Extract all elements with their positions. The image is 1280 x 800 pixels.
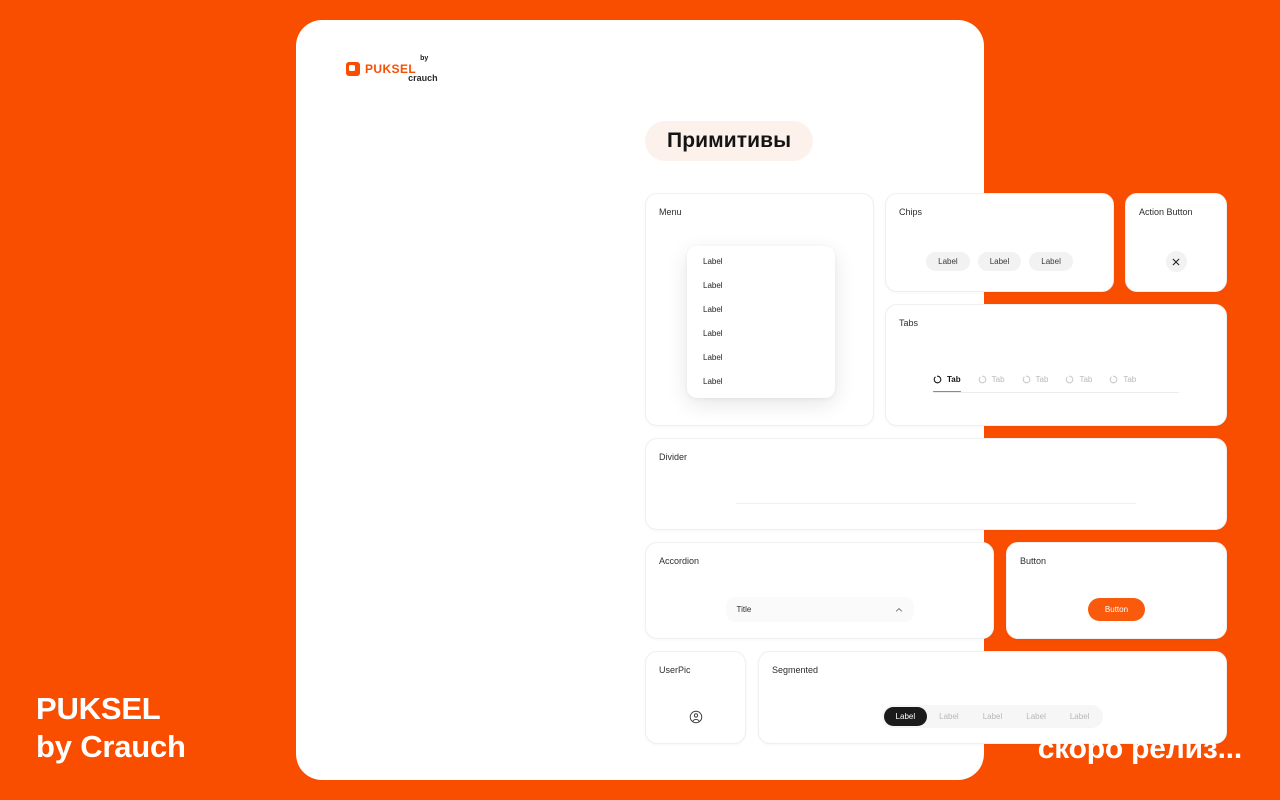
tab-label: Tab bbox=[1035, 375, 1049, 384]
logo-byline: by crauch bbox=[408, 55, 438, 83]
card-chips-title: Chips bbox=[899, 207, 923, 217]
accordion-row-title: Title bbox=[736, 605, 752, 614]
card-segmented-title: Segmented bbox=[772, 665, 819, 675]
circle-arc-icon bbox=[978, 375, 986, 384]
logo-by-text: by bbox=[420, 55, 429, 62]
card-action-button: Action Button bbox=[1125, 193, 1227, 292]
logo-crauch-text: crauch bbox=[408, 73, 438, 83]
segment-item[interactable]: Label bbox=[927, 707, 971, 726]
close-icon bbox=[1172, 258, 1180, 265]
card-divider-title: Divider bbox=[659, 452, 688, 462]
divider-body bbox=[646, 477, 1226, 529]
circle-arc-icon bbox=[1110, 375, 1118, 384]
tab-item-1[interactable]: Tab bbox=[933, 375, 961, 392]
tab-label: Tab bbox=[991, 375, 1005, 384]
card-segmented: Segmented Label Label Label Label Label bbox=[758, 651, 1227, 744]
accordion-row[interactable]: Title bbox=[725, 597, 914, 622]
card-button-title: Button bbox=[1020, 556, 1047, 566]
circle-arc-icon bbox=[1022, 375, 1030, 384]
button-body: Button bbox=[1007, 581, 1226, 638]
menu-item[interactable]: Label bbox=[687, 351, 835, 365]
card-tabs: Tabs Tab Tab Tab Tab Tab bbox=[885, 304, 1227, 426]
tabs-baseline bbox=[933, 392, 1179, 393]
card-accordion: Accordion Title bbox=[645, 542, 994, 639]
tab-item-3[interactable]: Tab bbox=[1022, 375, 1049, 392]
tab-label: Tab bbox=[1123, 375, 1137, 384]
circle-arc-icon bbox=[1066, 375, 1074, 384]
user-circle-icon[interactable] bbox=[689, 710, 703, 724]
circle-arc-icon bbox=[933, 375, 942, 384]
tabs-body: Tab Tab Tab Tab Tab bbox=[886, 343, 1226, 425]
card-userpic-title: UserPic bbox=[659, 665, 691, 675]
segment-item[interactable]: Label bbox=[883, 707, 928, 726]
menu-item[interactable]: Label bbox=[687, 255, 835, 269]
chip[interactable]: Label bbox=[1029, 252, 1073, 271]
tabs-container: Tab Tab Tab Tab Tab bbox=[933, 375, 1179, 393]
card-menu-title: Menu bbox=[659, 207, 682, 217]
tab-item-4[interactable]: Tab bbox=[1065, 375, 1092, 392]
tab-item-2[interactable]: Tab bbox=[978, 375, 1005, 392]
segment-item[interactable]: Label bbox=[1014, 707, 1058, 726]
chips-body: Label Label Label bbox=[886, 232, 1113, 291]
accordion-body: Title bbox=[646, 581, 993, 638]
brand-bottom-left: PUKSEL by Crauch bbox=[36, 690, 186, 768]
segment-item[interactable]: Label bbox=[1058, 707, 1102, 726]
tab-label: Tab bbox=[947, 375, 961, 384]
chip-group: Label Label Label bbox=[926, 252, 1073, 271]
menu-dropdown[interactable]: Label Label Label Label Label Label bbox=[687, 246, 835, 398]
card-divider: Divider bbox=[645, 438, 1227, 530]
userpic-body bbox=[646, 690, 745, 743]
logo[interactable]: PUKSEL by crauch bbox=[346, 55, 438, 83]
card-chips: Chips Label Label Label bbox=[885, 193, 1114, 292]
page-title: Примитивы bbox=[645, 121, 814, 161]
card-menu: Menu Label Label Label Label Label Label bbox=[645, 193, 874, 426]
brand-line-1: PUKSEL bbox=[36, 690, 161, 726]
card-tabs-title: Tabs bbox=[899, 318, 919, 328]
chip[interactable]: Label bbox=[926, 252, 970, 271]
menu-item[interactable]: Label bbox=[687, 279, 835, 293]
chevron-up-icon[interactable] bbox=[895, 606, 903, 614]
brand-line-2: by Crauch bbox=[36, 729, 186, 765]
brand-bottom-right: скоро релиз... bbox=[1037, 732, 1242, 765]
tab-label: Tab bbox=[1079, 375, 1093, 384]
chip[interactable]: Label bbox=[977, 252, 1022, 271]
menu-item[interactable]: Label bbox=[687, 327, 835, 341]
card-accordion-title: Accordion bbox=[659, 556, 700, 566]
logo-mark-icon bbox=[346, 62, 360, 76]
tab-list: Tab Tab Tab Tab Tab bbox=[933, 375, 1179, 392]
divider-line bbox=[736, 502, 1136, 504]
card-button: Button Button bbox=[1006, 542, 1227, 639]
segment-item[interactable]: Label bbox=[971, 707, 1015, 726]
card-action-button-title: Action Button bbox=[1139, 207, 1193, 217]
segmented-control: Label Label Label Label Label bbox=[881, 705, 1104, 728]
action-close-button[interactable] bbox=[1165, 251, 1187, 272]
primary-button[interactable]: Button bbox=[1087, 598, 1146, 621]
tab-item-5[interactable]: Tab bbox=[1109, 375, 1136, 392]
app-panel: PUKSEL by crauch Примитивы Menu Label La… bbox=[296, 20, 1227, 780]
card-userpic: UserPic bbox=[645, 651, 746, 744]
action-button-body bbox=[1126, 232, 1226, 291]
menu-item[interactable]: Label bbox=[687, 303, 835, 317]
menu-item[interactable]: Label bbox=[687, 375, 835, 389]
